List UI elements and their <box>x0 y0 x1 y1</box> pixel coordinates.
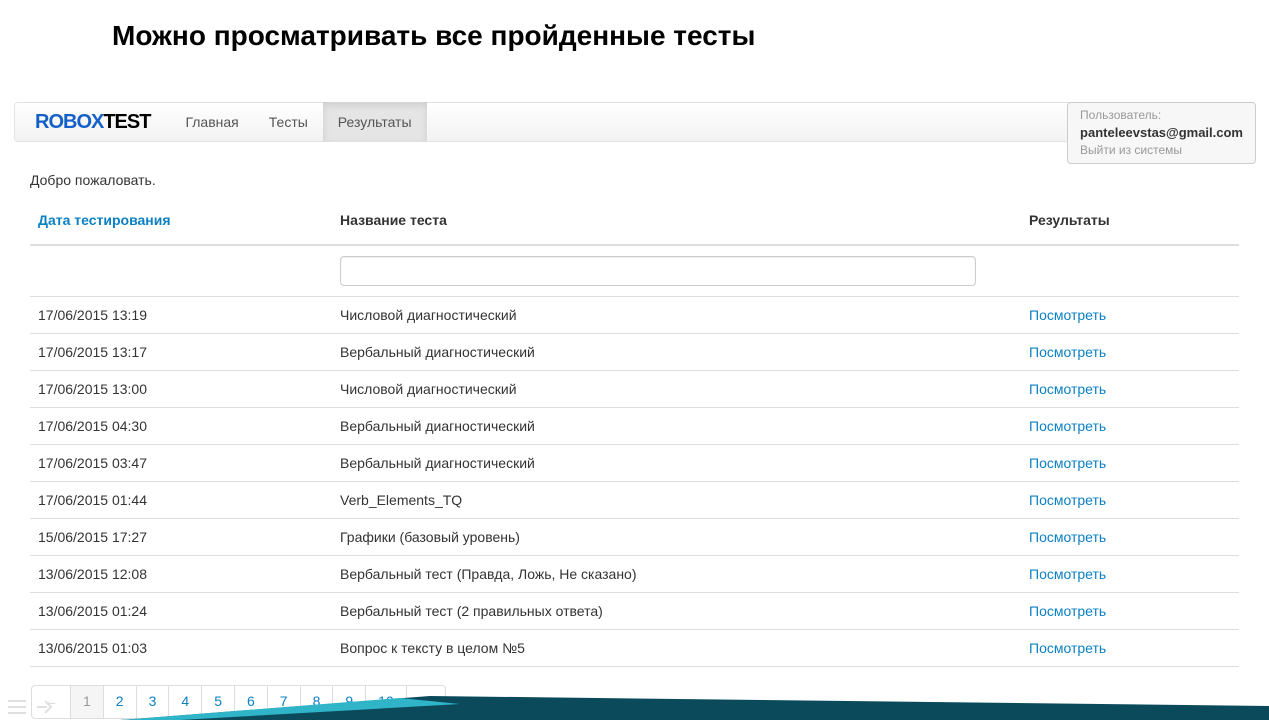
pagination: ←12345678910→ <box>32 685 1239 719</box>
filter-row <box>30 245 1239 297</box>
table-row: 13/06/2015 01:03Вопрос к тексту в целом … <box>30 630 1239 667</box>
nav-item-0[interactable]: Главная <box>170 102 253 142</box>
cell-name: Вербальный тест (2 правильных ответа) <box>340 593 1029 630</box>
cell-name: Вопрос к тексту в целом №5 <box>340 630 1029 667</box>
page-5[interactable]: 5 <box>201 685 235 719</box>
logo[interactable]: ROBOXTEST <box>35 111 150 134</box>
view-link[interactable]: Посмотреть <box>1029 603 1106 619</box>
table-row: 17/06/2015 13:00Числовой диагностический… <box>30 371 1239 408</box>
header-name: Название теста <box>340 204 1029 245</box>
cell-name: Числовой диагностический <box>340 371 1029 408</box>
cell-date: 17/06/2015 13:19 <box>30 297 340 334</box>
cell-name: Вербальный диагностический <box>340 334 1029 371</box>
cell-date: 13/06/2015 12:08 <box>30 556 340 593</box>
view-link[interactable]: Посмотреть <box>1029 455 1106 471</box>
table-row: 17/06/2015 13:17Вербальный диагностическ… <box>30 334 1239 371</box>
cell-action: Посмотреть <box>1029 334 1239 371</box>
user-label: Пользователь: <box>1080 107 1243 124</box>
name-filter-input[interactable] <box>340 256 976 286</box>
cell-name: Вербальный диагностический <box>340 445 1029 482</box>
view-link[interactable]: Посмотреть <box>1029 566 1106 582</box>
user-box: Пользователь: panteleevstas@gmail.com Вы… <box>1067 102 1256 164</box>
table-row: 13/06/2015 12:08Вербальный тест (Правда,… <box>30 556 1239 593</box>
arrow-right-icon[interactable] <box>34 696 56 718</box>
cell-action: Посмотреть <box>1029 408 1239 445</box>
page-10[interactable]: 10 <box>365 685 407 719</box>
cell-date: 17/06/2015 03:47 <box>30 445 340 482</box>
view-link[interactable]: Посмотреть <box>1029 381 1106 397</box>
view-link[interactable]: Посмотреть <box>1029 529 1106 545</box>
cell-date: 17/06/2015 04:30 <box>30 408 340 445</box>
table-row: 15/06/2015 17:27Графики (базовый уровень… <box>30 519 1239 556</box>
table-row: 17/06/2015 03:47Вербальный диагностическ… <box>30 445 1239 482</box>
cell-name: Вербальный диагностический <box>340 408 1029 445</box>
page-7[interactable]: 7 <box>267 685 301 719</box>
table-row: 13/06/2015 01:24Вербальный тест (2 прави… <box>30 593 1239 630</box>
page-next[interactable]: → <box>406 685 446 719</box>
cell-action: Посмотреть <box>1029 593 1239 630</box>
cell-action: Посмотреть <box>1029 556 1239 593</box>
header-results: Результаты <box>1029 204 1239 245</box>
cell-name: Числовой диагностический <box>340 297 1029 334</box>
view-link[interactable]: Посмотреть <box>1029 344 1106 360</box>
cell-action: Посмотреть <box>1029 297 1239 334</box>
user-email: panteleevstas@gmail.com <box>1080 124 1243 142</box>
nav-item-2[interactable]: Результаты <box>323 102 427 142</box>
cell-date: 13/06/2015 01:03 <box>30 630 340 667</box>
nav-item-1[interactable]: Тесты <box>254 102 323 142</box>
cell-name: Verb_Elements_TQ <box>340 482 1029 519</box>
nav-items: ГлавнаяТестыРезультаты <box>170 102 426 142</box>
page-6[interactable]: 6 <box>234 685 268 719</box>
view-link[interactable]: Посмотреть <box>1029 492 1106 508</box>
view-link[interactable]: Посмотреть <box>1029 307 1106 323</box>
cell-action: Посмотреть <box>1029 519 1239 556</box>
cell-action: Посмотреть <box>1029 630 1239 667</box>
page-4[interactable]: 4 <box>168 685 202 719</box>
page-8[interactable]: 8 <box>300 685 334 719</box>
cell-date: 17/06/2015 13:00 <box>30 371 340 408</box>
page-1: 1 <box>70 685 104 719</box>
presentation-controls <box>6 696 56 718</box>
view-link[interactable]: Посмотреть <box>1029 418 1106 434</box>
results-table: Дата тестирования Название теста Результ… <box>30 204 1239 667</box>
cell-action: Посмотреть <box>1029 482 1239 519</box>
cell-name: Вербальный тест (Правда, Ложь, Не сказан… <box>340 556 1029 593</box>
view-link[interactable]: Посмотреть <box>1029 640 1106 656</box>
navbar: ROBOXTEST ГлавнаяТестыРезультаты Пользов… <box>14 102 1255 142</box>
cell-action: Посмотреть <box>1029 445 1239 482</box>
table-row: 17/06/2015 04:30Вербальный диагностическ… <box>30 408 1239 445</box>
content-area: Добро пожаловать. Дата тестирования Назв… <box>0 142 1269 719</box>
logout-link[interactable]: Выйти из системы <box>1080 142 1243 159</box>
logo-part1: ROBOX <box>35 111 103 133</box>
cell-name: Графики (базовый уровень) <box>340 519 1029 556</box>
table-row: 17/06/2015 01:44Verb_Elements_TQПосмотре… <box>30 482 1239 519</box>
logo-part2: TEST <box>103 111 150 133</box>
cell-date: 17/06/2015 01:44 <box>30 482 340 519</box>
menu-icon[interactable] <box>6 696 28 718</box>
cell-date: 15/06/2015 17:27 <box>30 519 340 556</box>
cell-date: 13/06/2015 01:24 <box>30 593 340 630</box>
welcome-message: Добро пожаловать. <box>30 172 1239 188</box>
table-row: 17/06/2015 13:19Числовой диагностический… <box>30 297 1239 334</box>
header-date[interactable]: Дата тестирования <box>30 204 340 245</box>
page-9[interactable]: 9 <box>332 685 366 719</box>
page-heading: Можно просматривать все пройденные тесты <box>0 0 1269 62</box>
page-2[interactable]: 2 <box>103 685 137 719</box>
page-3[interactable]: 3 <box>136 685 170 719</box>
cell-action: Посмотреть <box>1029 371 1239 408</box>
cell-date: 17/06/2015 13:17 <box>30 334 340 371</box>
